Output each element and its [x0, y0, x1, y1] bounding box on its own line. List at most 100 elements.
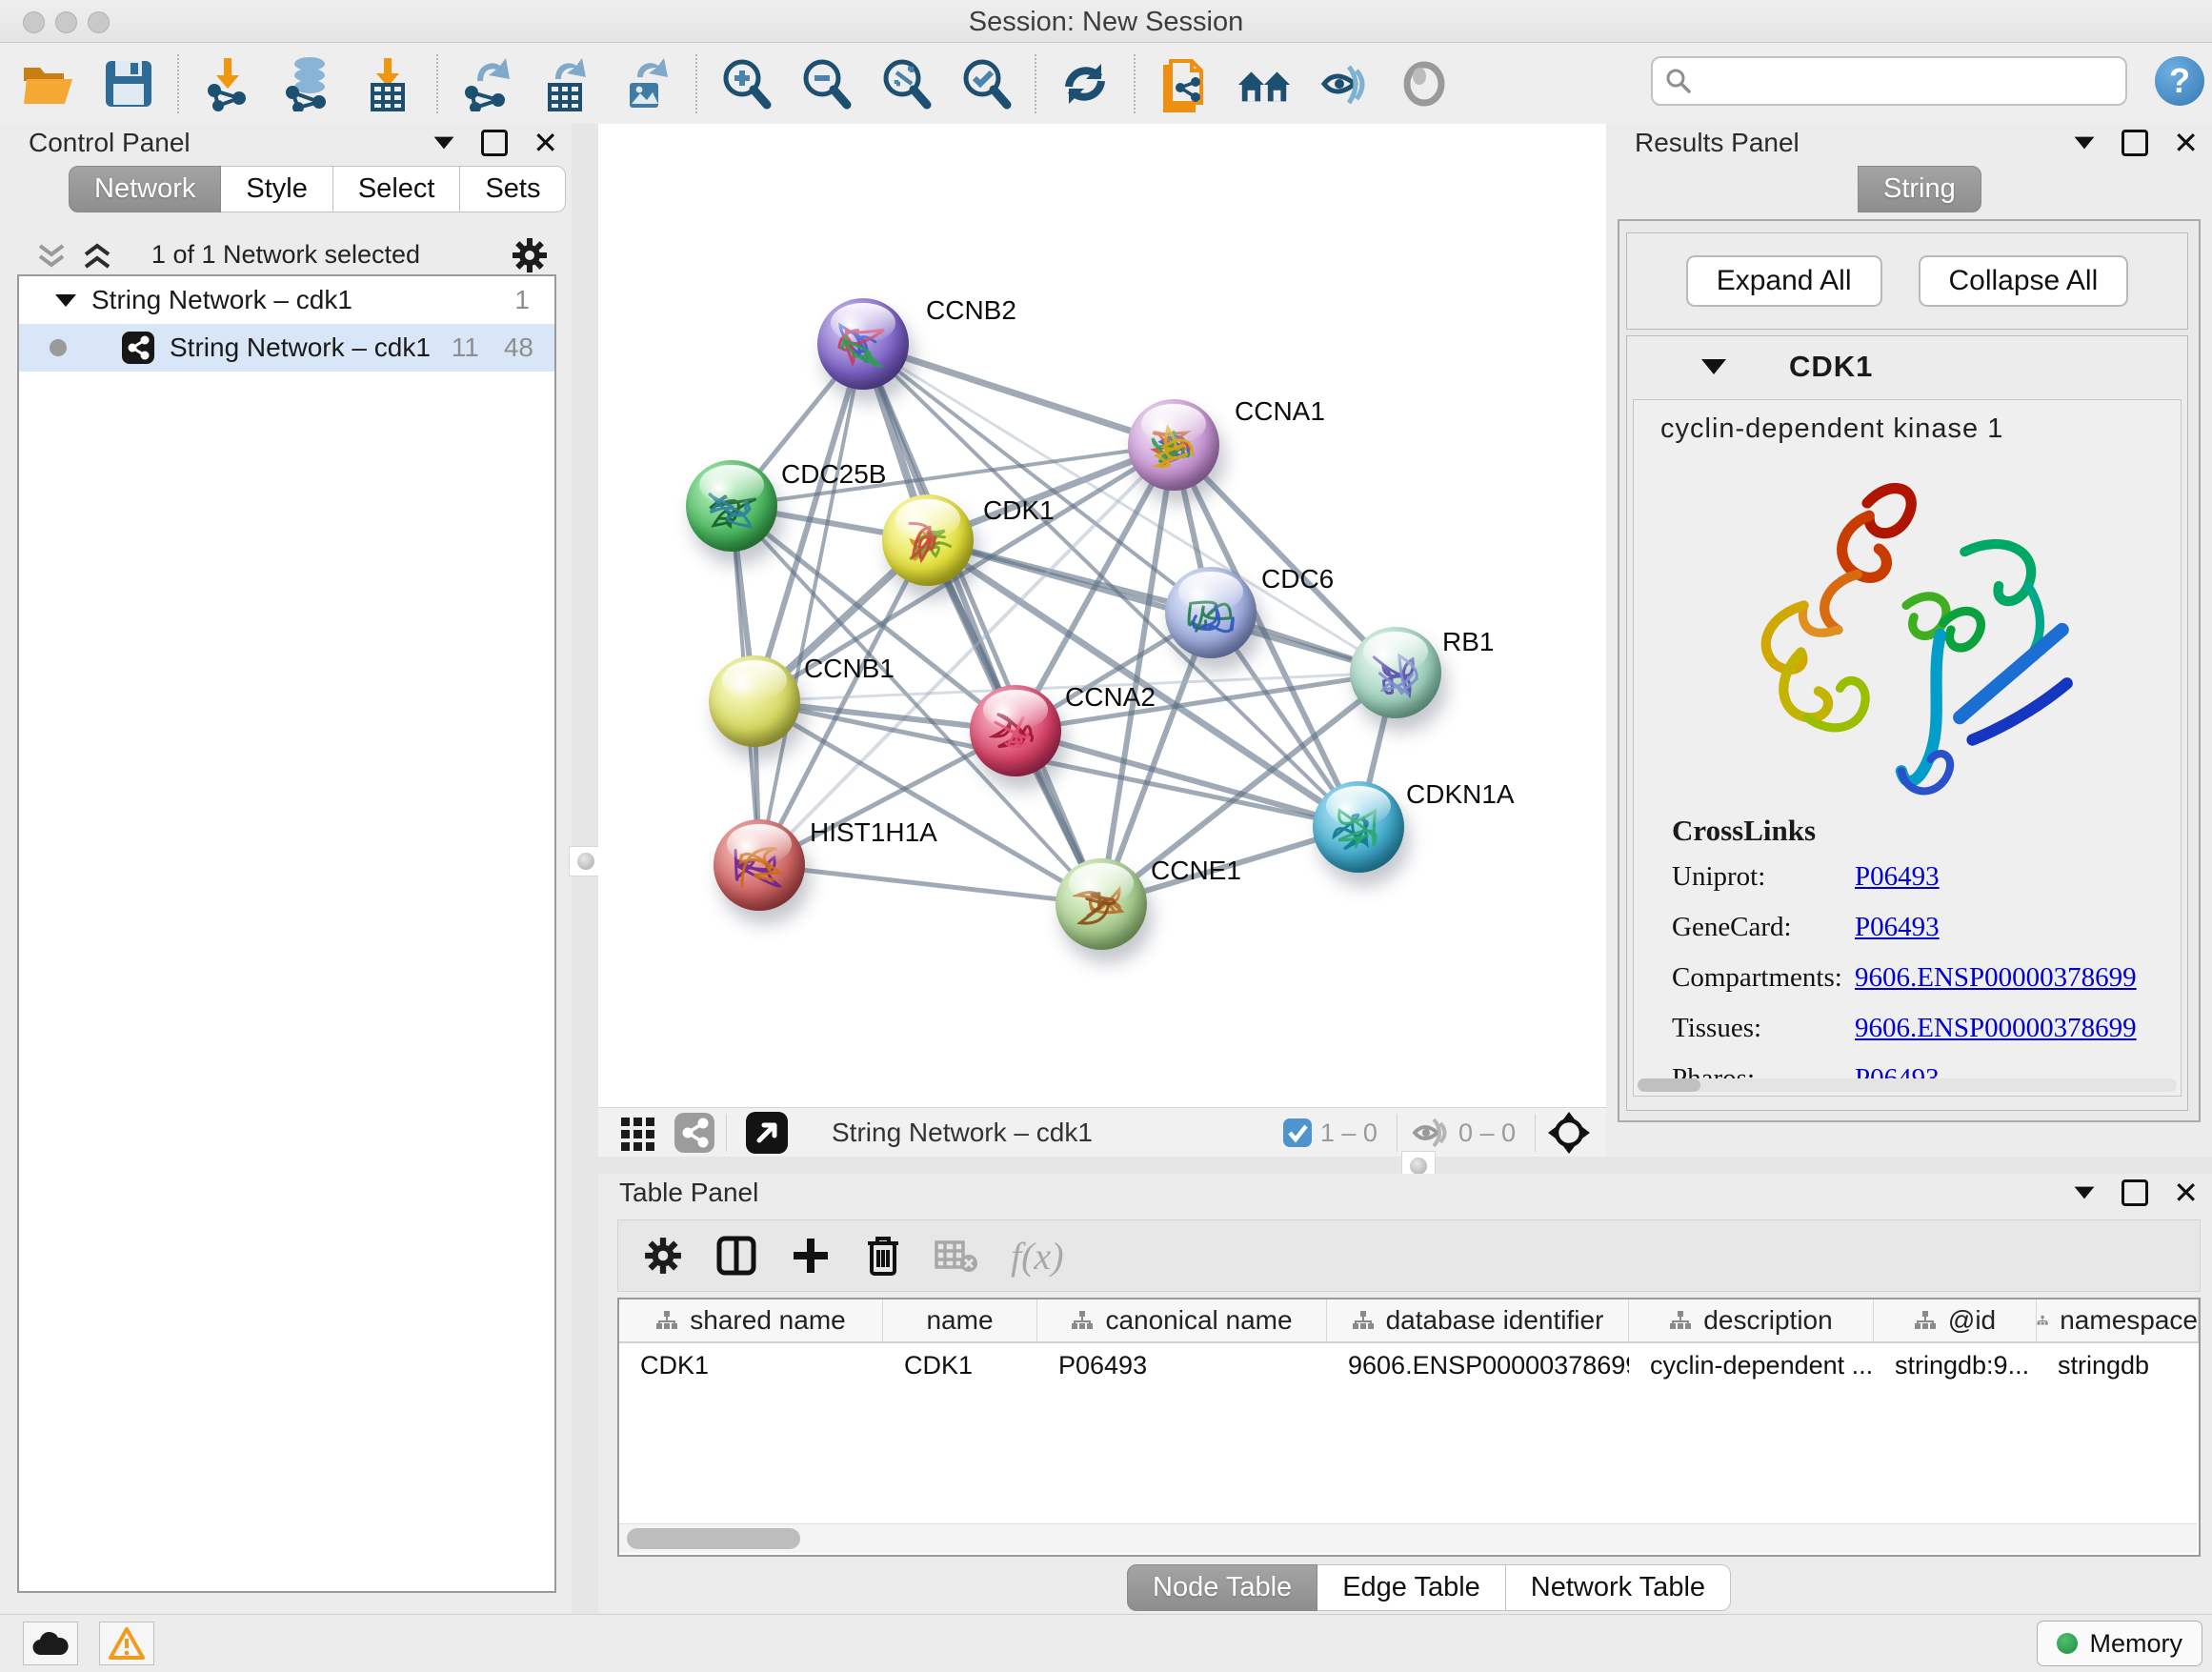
tab-node-table[interactable]: Node Table: [1127, 1564, 1317, 1611]
glasses-hide-icon[interactable]: [1317, 56, 1372, 111]
export-image-icon[interactable]: [619, 56, 674, 111]
eye-icon[interactable]: [1397, 56, 1452, 111]
table-row[interactable]: CDK1CDK1P064939606.ENSP00000378699cyclin…: [619, 1343, 2199, 1385]
network-edge[interactable]: [928, 540, 1396, 673]
column-header-database-identifier[interactable]: database identifier: [1327, 1299, 1629, 1341]
node-gloss: [1326, 786, 1390, 826]
panel-close-icon[interactable]: ✕: [533, 132, 558, 153]
table-cell[interactable]: 9606.ENSP00000378699: [1327, 1343, 1629, 1385]
open-in-new-window-icon[interactable]: [746, 1112, 788, 1154]
save-session-icon[interactable]: [101, 56, 156, 111]
network-node-CDKN1A[interactable]: [1313, 781, 1404, 873]
export-table-icon[interactable]: [539, 56, 594, 111]
tree-expand-icon[interactable]: [53, 291, 78, 310]
node-gloss: [983, 690, 1047, 730]
table-cell[interactable]: cyclin-dependent ...: [1629, 1343, 1874, 1385]
network-node-RB1[interactable]: [1350, 627, 1441, 718]
network-node-CCNA2[interactable]: [970, 685, 1061, 776]
panel-float-icon[interactable]: [481, 130, 508, 156]
network-node-CCNB2[interactable]: [817, 298, 909, 390]
tab-style[interactable]: Style: [221, 166, 332, 212]
panel-float-icon[interactable]: [2122, 1179, 2148, 1206]
column-header-description[interactable]: description: [1629, 1299, 1874, 1341]
tab-edge-table[interactable]: Edge Table: [1317, 1564, 1506, 1611]
network-node-CDC6[interactable]: [1165, 567, 1257, 658]
protein-section-header[interactable]: CDK1: [1627, 336, 2187, 397]
refresh-icon[interactable]: [1057, 56, 1113, 111]
document-share-icon[interactable]: [1156, 56, 1212, 111]
network-node-CDK1[interactable]: [882, 494, 974, 586]
column-header-shared-name[interactable]: shared name: [619, 1299, 883, 1341]
delete-column-icon[interactable]: [864, 1234, 902, 1278]
network-edge[interactable]: [759, 344, 863, 865]
add-column-icon[interactable]: [790, 1235, 832, 1277]
horizontal-splitter[interactable]: [598, 1157, 2212, 1174]
network-canvas[interactable]: CCNB2CCNA1CDC25BCDK1CDC6RB1CCNB1CCNA2CDK…: [598, 124, 1606, 1107]
expand-all-button[interactable]: Expand All: [1686, 255, 1882, 307]
zoom-in-icon[interactable]: [718, 56, 774, 111]
delete-table-icon[interactable]: [935, 1237, 978, 1275]
collapse-all-button[interactable]: Collapse All: [1919, 255, 2129, 307]
panel-menu-icon[interactable]: [2075, 137, 2095, 150]
import-database-icon[interactable]: [280, 56, 335, 111]
table-cell[interactable]: CDK1: [619, 1343, 883, 1385]
warning-status-button[interactable]: [99, 1622, 154, 1665]
panel-menu-icon[interactable]: [2075, 1187, 2095, 1199]
compartments-link[interactable]: 9606.ENSP00000378699: [1855, 962, 2137, 994]
network-node-HIST1H1A[interactable]: [714, 819, 805, 911]
import-network-icon[interactable]: [200, 56, 255, 111]
hidden-eye-icon[interactable]: [1409, 1116, 1451, 1150]
birds-eye-grid-icon[interactable]: [619, 1114, 657, 1152]
houses-icon[interactable]: [1237, 56, 1292, 111]
table-cell[interactable]: P06493: [1037, 1343, 1327, 1385]
cloud-status-button[interactable]: [23, 1622, 78, 1665]
table-cell[interactable]: stringdb: [2037, 1343, 2199, 1385]
tissues-link[interactable]: 9606.ENSP00000378699: [1855, 1013, 2137, 1044]
selected-checkbox-icon[interactable]: [1282, 1118, 1313, 1148]
network-row[interactable]: String Network – cdk1 11 48: [19, 324, 554, 372]
results-scrollbar[interactable]: [1638, 1078, 2177, 1092]
zoom-fit-icon[interactable]: [878, 56, 934, 111]
help-button[interactable]: ?: [2155, 56, 2204, 106]
network-node-CCNE1[interactable]: [1056, 858, 1147, 950]
left-splitter[interactable]: [572, 124, 598, 1614]
panel-menu-icon[interactable]: [434, 137, 454, 150]
gear-icon[interactable]: [643, 1236, 683, 1276]
search-input[interactable]: [1651, 56, 2127, 106]
uniprot-link[interactable]: P06493: [1855, 861, 1940, 893]
section-collapse-icon[interactable]: [1701, 359, 1726, 374]
tab-network-table[interactable]: Network Table: [1506, 1564, 1731, 1611]
tab-string[interactable]: String: [1858, 166, 1981, 212]
memory-button[interactable]: Memory: [2037, 1621, 2202, 1666]
column-header-canonical-name[interactable]: canonical name: [1037, 1299, 1327, 1341]
column-header-namespace[interactable]: namespace: [2037, 1299, 2199, 1341]
control-panel-title: Control Panel: [29, 128, 191, 158]
panel-float-icon[interactable]: [2122, 130, 2148, 156]
open-session-icon[interactable]: [21, 56, 76, 111]
network-node-CCNB1[interactable]: [709, 655, 800, 747]
gear-icon[interactable]: [511, 236, 549, 274]
network-collection-row[interactable]: String Network – cdk1 1: [19, 276, 554, 324]
import-table-icon[interactable]: [360, 56, 415, 111]
network-node-CDC25B[interactable]: [686, 460, 777, 552]
tab-network[interactable]: Network: [69, 166, 221, 212]
network-node-CCNA1[interactable]: [1128, 399, 1219, 491]
export-network-icon[interactable]: [459, 56, 514, 111]
fit-selected-crosshair-icon[interactable]: [1547, 1111, 1591, 1155]
panel-close-icon[interactable]: ✕: [2173, 132, 2199, 153]
table-scrollbar[interactable]: [619, 1523, 2197, 1553]
string-view-icon[interactable]: [674, 1113, 714, 1153]
column-header--id[interactable]: @id: [1874, 1299, 2037, 1341]
table-cell[interactable]: stringdb:9...: [1874, 1343, 2037, 1385]
zoom-out-icon[interactable]: [798, 56, 854, 111]
panel-close-icon[interactable]: ✕: [2173, 1182, 2199, 1203]
genecard-link[interactable]: P06493: [1855, 912, 1940, 943]
network-edge[interactable]: [759, 865, 1101, 904]
tab-select[interactable]: Select: [333, 166, 461, 212]
zoom-selected-icon[interactable]: [958, 56, 1014, 111]
function-builder-icon[interactable]: f(x): [1011, 1234, 1064, 1279]
split-columns-icon[interactable]: [715, 1235, 757, 1277]
tab-sets[interactable]: Sets: [460, 166, 566, 212]
column-header-name[interactable]: name: [883, 1299, 1037, 1341]
table-cell[interactable]: CDK1: [883, 1343, 1037, 1385]
